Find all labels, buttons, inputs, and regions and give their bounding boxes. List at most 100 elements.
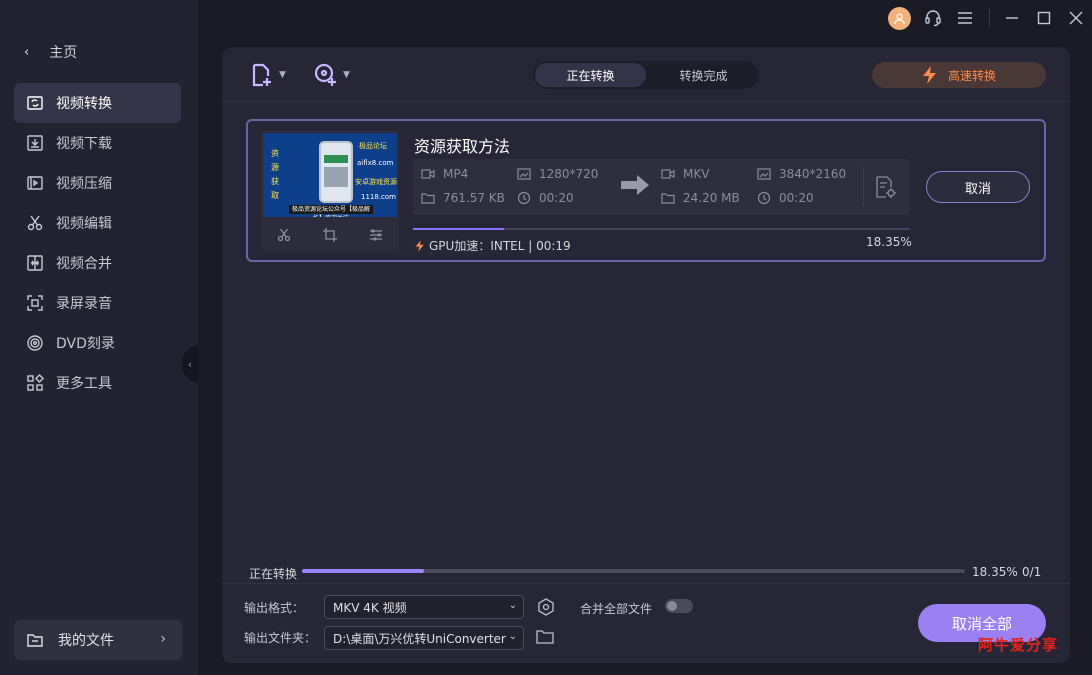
sidebar-item-video-compress[interactable]: 视频压缩 (14, 163, 181, 203)
video-camera-icon (421, 169, 435, 179)
overall-progress-text: 18.35% (972, 565, 1018, 579)
chevron-down-icon: ▼ (279, 70, 286, 80)
video-thumbnail[interactable]: 资源获取 极品论坛 aiflx8.com 安卓游戏资源 1118.com 极品资… (263, 133, 397, 217)
output-folder-select[interactable]: D:\桌面\万兴优转UniConverter ⌄ (324, 626, 524, 650)
menu-icon[interactable] (955, 8, 975, 28)
tab-finished[interactable]: 转换完成 (648, 61, 759, 89)
cancel-button[interactable]: 取消 (926, 171, 1030, 203)
sidebar-item-label: 视频合并 (56, 256, 112, 272)
download-icon (27, 135, 43, 151)
phone-image (319, 141, 353, 203)
folder-icon (421, 193, 435, 204)
overall-status-label: 正在转换 (249, 567, 298, 581)
source-duration-value: 00:20 (539, 191, 574, 205)
sidebar-nav: 视频转换 视频下载 视频压缩 视频编辑 视频合并 录屏录音 DVD刻录 更多工具 (14, 83, 181, 403)
target-size: 24.20 MB (661, 191, 740, 205)
target-resolution-value: 3840*2160 (779, 167, 847, 181)
home-link[interactable]: ‹ 主页 (24, 42, 77, 62)
sidebar-item-video-download[interactable]: 视频下载 (14, 123, 181, 163)
avatar[interactable] (888, 6, 911, 30)
chevron-down-icon: ⌄ (508, 600, 517, 611)
open-folder-icon[interactable] (536, 629, 554, 645)
overall-progress-bar (302, 569, 965, 573)
output-format-value: MKV 4K 视频 (333, 600, 407, 615)
add-file-button[interactable]: ▼ (249, 62, 286, 88)
video-camera-icon (661, 169, 675, 179)
lightning-icon (922, 66, 936, 84)
sidebar-item-video-merge[interactable]: 视频合并 (14, 243, 181, 283)
task-progress-text: 18.35% (866, 235, 912, 249)
thumbnail-text: 1118.com (361, 193, 396, 201)
sidebar: ‹ 主页 视频转换 视频下载 视频压缩 视频编辑 视频合并 录屏录音 DVD刻录… (0, 0, 198, 675)
my-files-button[interactable]: 我的文件 › (14, 620, 182, 660)
target-duration-value: 00:20 (779, 191, 814, 205)
add-disc-button[interactable]: ▼ (313, 62, 350, 88)
merge-files-label: 合并全部文件 (580, 602, 653, 616)
output-folder-label: 输出文件夹： (244, 631, 317, 645)
chevron-left-icon: ‹ (24, 44, 30, 60)
thumbnail-text: aiflx8.com (357, 159, 394, 167)
add-file-icon (252, 63, 271, 87)
thumbnail-text: 极品论坛 (359, 142, 387, 150)
merge-files-toggle[interactable] (665, 599, 693, 613)
source-format: MP4 (421, 167, 468, 181)
maximize-icon[interactable] (1034, 8, 1054, 28)
screen-record-icon (27, 295, 43, 311)
toggle-knob (667, 601, 677, 611)
tab-converting[interactable]: 正在转换 (535, 63, 646, 87)
task-card[interactable]: 资源获取 极品论坛 aiflx8.com 安卓游戏资源 1118.com 极品资… (246, 119, 1046, 262)
disc-icon (27, 335, 43, 351)
clock-icon (517, 191, 531, 205)
chevron-left-icon: ‹ (187, 357, 193, 371)
target-duration: 00:20 (757, 191, 814, 205)
conversion-tabs: 正在转换 转换完成 (533, 61, 759, 89)
resolution-icon (757, 168, 771, 180)
user-icon (894, 13, 905, 24)
chevron-down-icon: ⌄ (508, 631, 517, 642)
sidebar-item-dvd-burn[interactable]: DVD刻录 (14, 323, 181, 363)
conversion-info: MP4 1280*720 761.57 KB 00:20 MKV 3840*21… (413, 159, 910, 215)
clock-icon (757, 191, 771, 205)
task-progress-bar (413, 228, 910, 230)
add-disc-icon (314, 63, 336, 86)
close-icon[interactable] (1066, 8, 1086, 28)
thumbnail-panel: 资源获取 极品论坛 aiflx8.com 安卓游戏资源 1118.com 极品资… (261, 131, 399, 251)
target-size-value: 24.20 MB (683, 191, 740, 205)
sidebar-item-screen-record[interactable]: 录屏录音 (14, 283, 181, 323)
sidebar-item-label: 更多工具 (56, 376, 112, 392)
sidebar-item-label: 视频编辑 (56, 216, 112, 232)
output-format-label: 输出格式： (244, 601, 305, 615)
source-size-value: 761.57 KB (443, 191, 505, 205)
file-settings-icon[interactable] (873, 175, 897, 199)
sidebar-item-label: 视频下载 (56, 136, 112, 152)
output-folder-value: D:\桌面\万兴优转UniConverter (333, 631, 506, 646)
titlebar-divider (989, 9, 990, 27)
crop-icon[interactable] (323, 228, 337, 242)
target-format-value: MKV (683, 167, 710, 181)
thumbnail-text: 安卓游戏资源 (355, 178, 397, 186)
thumbnail-text: 资源获取 (271, 149, 279, 200)
sidebar-item-video-convert[interactable]: 视频转换 (14, 83, 181, 123)
folder-icon (661, 193, 675, 204)
support-headset-icon[interactable] (923, 8, 943, 28)
bottom-divider (222, 583, 1070, 584)
thumbnail-tools (261, 223, 399, 247)
sidebar-item-video-edit[interactable]: 视频编辑 (14, 203, 181, 243)
scissors-icon (27, 215, 43, 231)
format-settings-icon[interactable] (536, 597, 556, 617)
output-format-select[interactable]: MKV 4K 视频 ⌄ (324, 595, 524, 619)
sidebar-item-more-tools[interactable]: 更多工具 (14, 363, 181, 403)
info-divider (863, 167, 864, 207)
sidebar-item-label: 视频压缩 (56, 176, 112, 192)
minimize-icon[interactable] (1002, 8, 1022, 28)
effects-sliders-icon[interactable] (369, 228, 383, 242)
my-files-label: 我的文件 (58, 633, 114, 649)
source-duration: 00:20 (517, 191, 574, 205)
target-resolution: 3840*2160 (757, 167, 846, 181)
source-resolution: 1280*720 (517, 167, 598, 181)
trim-scissors-icon[interactable] (277, 228, 291, 242)
high-speed-label: 高速转换 (947, 68, 996, 83)
high-speed-button[interactable]: 高速转换 (872, 62, 1046, 88)
main-panel: ▼ ▼ 正在转换 转换完成 高速转换 资源获取 极品论坛 aiflx8.com … (222, 47, 1070, 663)
merge-icon (27, 255, 43, 271)
